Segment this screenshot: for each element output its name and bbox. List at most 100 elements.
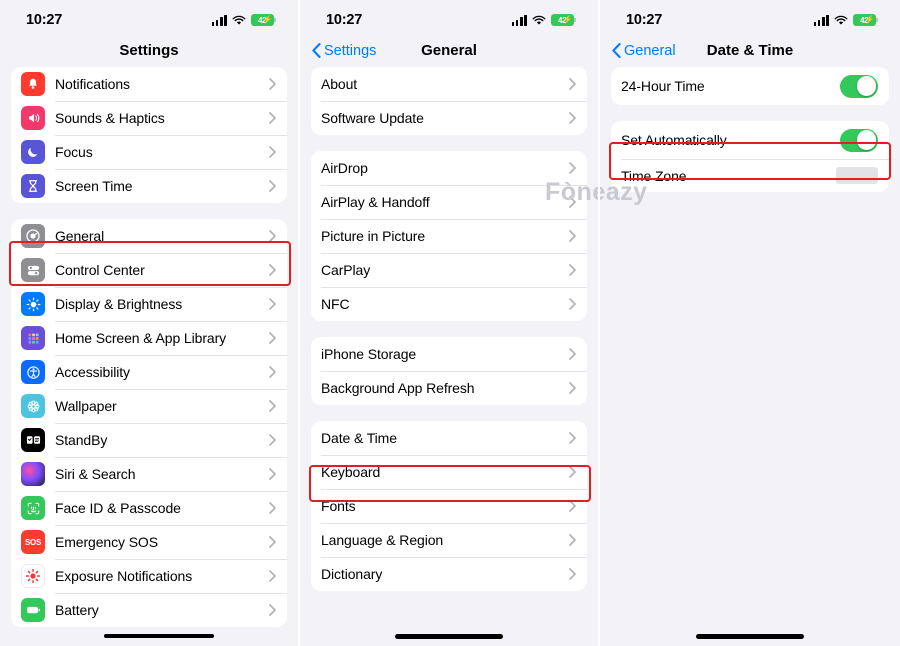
sidebar-item-exposure-notifications[interactable]: Exposure Notifications [11, 559, 287, 593]
sidebar-item-label: General [55, 228, 105, 244]
chevron-right-icon [269, 400, 276, 412]
sidebar-item-general[interactable]: General [11, 219, 287, 253]
battery-green-icon [21, 598, 45, 622]
list-item-fonts[interactable]: Fonts [311, 489, 587, 523]
emergency-sos-icon: SOS [21, 530, 45, 554]
sidebar-item-home-screen[interactable]: Home Screen & App Library [11, 321, 287, 355]
toggle-24-hour-time[interactable] [840, 74, 878, 98]
setting-row-24-hour-time[interactable]: 24-Hour Time [611, 67, 889, 105]
chevron-right-icon [269, 264, 276, 276]
sidebar-item-sounds-haptics[interactable]: Sounds & Haptics [11, 101, 287, 135]
list-item-label: Background App Refresh [321, 380, 475, 396]
list-item-label: Picture in Picture [321, 228, 426, 244]
sidebar-item-display-brightness[interactable]: Display & Brightness [11, 287, 287, 321]
setting-label: Set Automatically [621, 132, 727, 148]
chevron-right-icon [269, 536, 276, 548]
chevron-right-icon [269, 434, 276, 446]
chevron-left-icon [312, 43, 321, 58]
chevron-right-icon [569, 466, 576, 478]
sidebar-item-control-center[interactable]: Control Center [11, 253, 287, 287]
settings-group-2: General Control Center Display & Brightn… [11, 219, 287, 627]
redaction-scribble [104, 634, 214, 638]
cellular-signal-icon [813, 14, 829, 26]
sidebar-item-label: Emergency SOS [55, 534, 158, 550]
list-item-background-app-refresh[interactable]: Background App Refresh [311, 371, 587, 405]
chevron-right-icon [269, 366, 276, 378]
chevron-right-icon [569, 264, 576, 276]
list-item-iphone-storage[interactable]: iPhone Storage [311, 337, 587, 371]
chevron-right-icon [269, 230, 276, 242]
sidebar-item-label: Control Center [55, 262, 145, 278]
general-list: About Software Update AirDrop AirPlay & … [300, 67, 598, 591]
home-screen-grid-icon [21, 326, 45, 350]
list-item-label: Keyboard [321, 464, 381, 480]
list-item-airdrop[interactable]: AirDrop [311, 151, 587, 185]
sidebar-item-emergency-sos[interactable]: SOS Emergency SOS [11, 525, 287, 559]
list-item-software-update[interactable]: Software Update [311, 101, 587, 135]
sidebar-item-siri-search[interactable]: Siri & Search [11, 457, 287, 491]
chevron-right-icon [269, 570, 276, 582]
sidebar-item-face-id-passcode[interactable]: Face ID & Passcode [11, 491, 287, 525]
exposure-notifications-icon [21, 564, 45, 588]
setting-row-time-zone[interactable]: Time Zone [611, 159, 889, 192]
wifi-icon [532, 15, 546, 25]
notifications-bell-icon [21, 72, 45, 96]
siri-icon [21, 462, 45, 486]
sidebar-item-label: Screen Time [55, 178, 133, 194]
home-indicator [395, 634, 503, 639]
list-item-nfc[interactable]: NFC [311, 287, 587, 321]
list-item-carplay[interactable]: CarPlay [311, 253, 587, 287]
list-item-label: Fonts [321, 498, 356, 514]
chevron-right-icon [569, 432, 576, 444]
sidebar-item-focus[interactable]: Focus [11, 135, 287, 169]
list-item-picture-in-picture[interactable]: Picture in Picture [311, 219, 587, 253]
general-group-1: About Software Update [311, 67, 587, 135]
general-group-2: AirDrop AirPlay & Handoff Picture in Pic… [311, 151, 587, 321]
sidebar-item-wallpaper[interactable]: Wallpaper [11, 389, 287, 423]
sidebar-item-standby[interactable]: StandBy [11, 423, 287, 457]
chevron-right-icon [569, 568, 576, 580]
sidebar-item-battery[interactable]: Battery [11, 593, 287, 627]
sidebar-item-label: Face ID & Passcode [55, 500, 181, 516]
list-item-dictionary[interactable]: Dictionary [311, 557, 587, 591]
list-item-keyboard[interactable]: Keyboard [311, 455, 587, 489]
chevron-right-icon [269, 146, 276, 158]
sidebar-item-label: StandBy [55, 432, 108, 448]
display-brightness-icon [21, 292, 45, 316]
accessibility-icon [21, 360, 45, 384]
list-item-label: AirDrop [321, 160, 368, 176]
list-item-language-region[interactable]: Language & Region [311, 523, 587, 557]
wallpaper-flower-icon [21, 394, 45, 418]
back-button[interactable]: Settings [312, 43, 376, 59]
chevron-right-icon [269, 298, 276, 310]
panel-settings: 10:27 42 ⚡ Settings Notifications Sounds… [0, 0, 300, 646]
chevron-right-icon [269, 112, 276, 124]
list-item-label: Language & Region [321, 532, 444, 548]
standby-icon [21, 428, 45, 452]
status-bar: 10:27 42 ⚡ [600, 0, 900, 34]
sidebar-item-notifications[interactable]: Notifications [11, 67, 287, 101]
list-item-airplay-handoff[interactable]: AirPlay & Handoff [311, 185, 587, 219]
setting-row-set-automatically[interactable]: Set Automatically [611, 121, 889, 159]
setting-label: Time Zone [621, 167, 687, 184]
list-item-about[interactable]: About [311, 67, 587, 101]
sidebar-item-accessibility[interactable]: Accessibility [11, 355, 287, 389]
list-item-label: NFC [321, 296, 350, 312]
focus-moon-icon [21, 140, 45, 164]
sidebar-item-label: Display & Brightness [55, 296, 183, 312]
toggle-set-automatically[interactable] [840, 128, 878, 152]
sidebar-item-screen-time[interactable]: Screen Time [11, 169, 287, 203]
general-gear-icon [21, 224, 45, 248]
three-panel-screenshot: 10:27 42 ⚡ Settings Notifications Sounds… [0, 0, 900, 646]
status-time: 10:27 [626, 12, 663, 28]
back-button[interactable]: General [612, 43, 676, 59]
battery-icon: 42 ⚡ [852, 14, 878, 26]
chevron-right-icon [569, 348, 576, 360]
settings-group-1: Notifications Sounds & Haptics Focus Scr… [11, 67, 287, 203]
chevron-right-icon [569, 196, 576, 208]
list-item-date-time[interactable]: Date & Time [311, 421, 587, 455]
battery-icon: 42 ⚡ [250, 14, 276, 26]
nav-bar: Settings [0, 34, 298, 67]
sidebar-item-label: Battery [55, 602, 99, 618]
list-item-label: iPhone Storage [321, 346, 417, 362]
